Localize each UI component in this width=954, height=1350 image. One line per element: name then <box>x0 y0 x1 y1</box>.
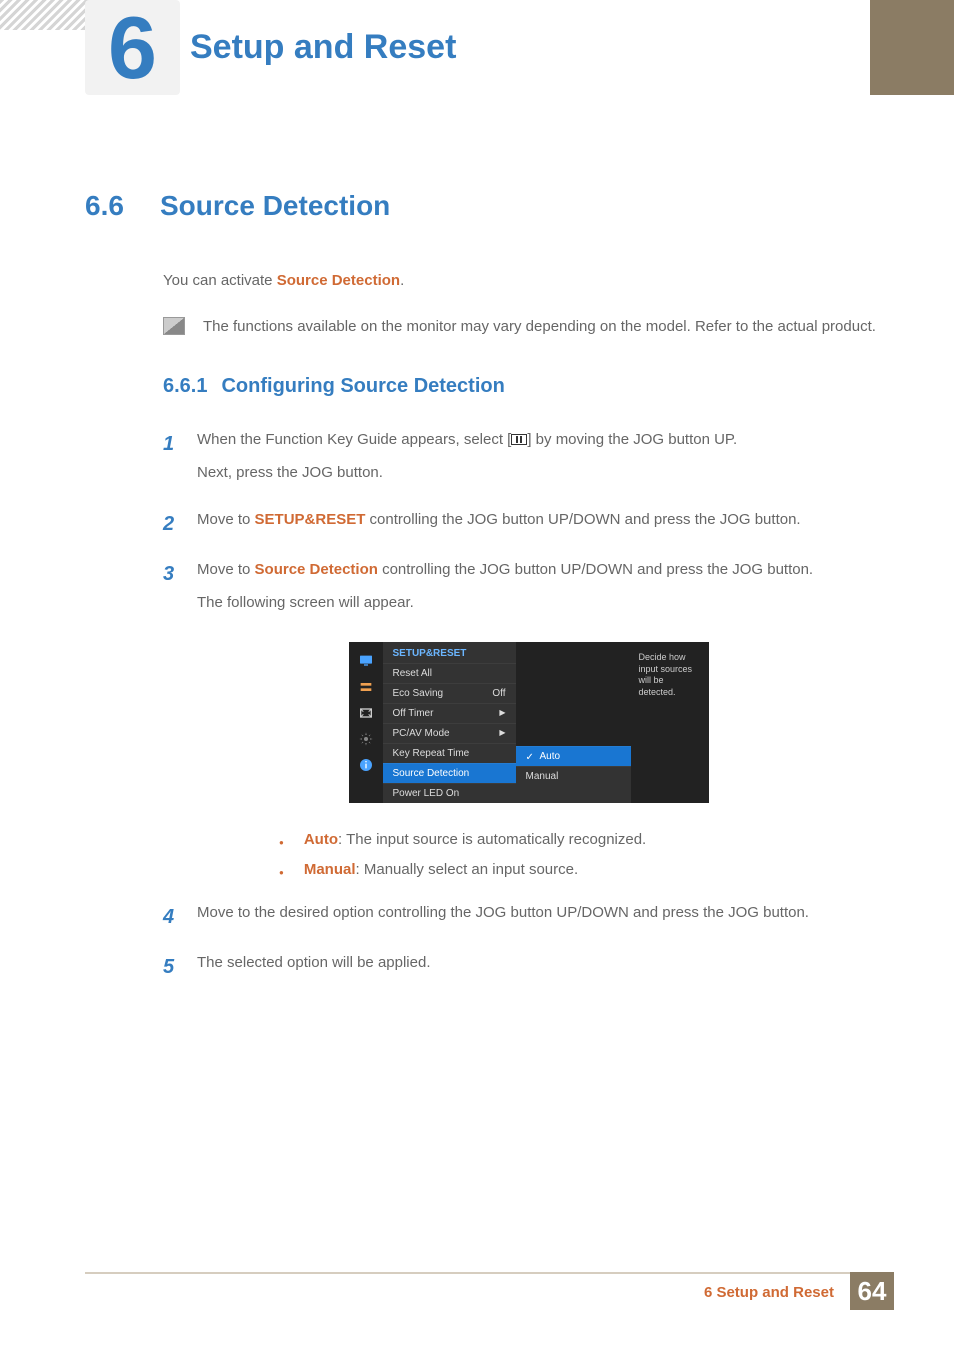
chevron-right-icon: ▶ <box>499 708 505 719</box>
subsection-heading: 6.6.1 Configuring Source Detection <box>163 375 894 398</box>
footer-label: 6 Setup and Reset <box>704 1284 834 1301</box>
osd-row-eco: Eco SavingOff <box>383 683 516 703</box>
step-number: 5 <box>163 949 179 985</box>
step-number: 4 <box>163 899 179 935</box>
osd-row-led: Power LED On <box>383 783 516 803</box>
step-5: 5 The selected option will be applied. <box>163 949 894 985</box>
step-2: 2 Move to SETUP&RESET controlling the JO… <box>163 506 894 542</box>
bullet-icon: ● <box>279 835 284 855</box>
bullet-icon: ● <box>279 865 284 885</box>
note-row: The functions available on the monitor m… <box>163 317 894 335</box>
input-icon <box>349 674 383 700</box>
header-stripes <box>0 0 90 30</box>
content-area: 6.6 Source Detection You can activate So… <box>85 190 894 999</box>
chapter-title: Setup and Reset <box>190 28 456 67</box>
step-number: 2 <box>163 506 179 542</box>
options-list: ● Auto: The input source is automaticall… <box>279 825 894 885</box>
gear-icon <box>349 726 383 752</box>
option-manual: ● Manual: Manually select an input sourc… <box>279 855 894 885</box>
step-number: 1 <box>163 426 179 492</box>
subsection-title: Configuring Source Detection <box>221 375 504 398</box>
step-4: 4 Move to the desired option controlling… <box>163 899 894 935</box>
section-heading: 6.6 Source Detection <box>85 190 894 222</box>
osd-title: SETUP&RESET <box>383 642 516 663</box>
chapter-number-badge: 6 <box>85 0 180 95</box>
osd-menu: SETUP&RESET Reset All Eco SavingOff Off … <box>383 642 516 803</box>
note-icon <box>163 317 185 335</box>
osd-row-source-detection: Source Detection <box>383 763 516 783</box>
osd-row-krt: Key Repeat Time <box>383 743 516 763</box>
page-footer: 6 Setup and Reset 64 <box>85 1272 894 1310</box>
osd-screenshot: SETUP&RESET Reset All Eco SavingOff Off … <box>349 642 709 803</box>
osd-submenu-manual: Manual <box>516 766 631 786</box>
monitor-icon <box>349 648 383 674</box>
intro-keyword: Source Detection <box>277 272 400 289</box>
chevron-right-icon: ▶ <box>499 728 505 739</box>
osd-submenu: Auto Manual <box>516 746 631 803</box>
step-number: 3 <box>163 556 179 622</box>
osd-row-pcav: PC/AV Mode▶ <box>383 723 516 743</box>
osd-row-timer: Off Timer▶ <box>383 703 516 723</box>
osd-row-reset: Reset All <box>383 663 516 683</box>
info-icon <box>349 752 383 778</box>
osd-submenu-auto: Auto <box>516 746 631 766</box>
subsection-number: 6.6.1 <box>163 375 207 398</box>
section-number: 6.6 <box>85 190 140 222</box>
step-keyword: SETUP&RESET <box>255 511 366 528</box>
osd-tip: Decide how input sources will be detecte… <box>631 642 709 803</box>
option-auto: ● Auto: The input source is automaticall… <box>279 825 894 855</box>
section-title: Source Detection <box>160 190 390 222</box>
page-number: 64 <box>850 1272 894 1310</box>
header-box: 6 Setup and Reset <box>90 0 870 95</box>
step-3: 3 Move to Source Detection controlling t… <box>163 556 894 622</box>
option-keyword: Auto <box>304 831 338 848</box>
note-text: The functions available on the monitor m… <box>203 318 876 335</box>
check-icon <box>526 752 536 762</box>
steps-list: 1 When the Function Key Guide appears, s… <box>163 426 894 985</box>
menu-icon <box>511 434 527 445</box>
size-icon <box>349 700 383 726</box>
intro-text: You can activate Source Detection. <box>163 272 894 289</box>
step-1: 1 When the Function Key Guide appears, s… <box>163 426 894 492</box>
option-keyword: Manual <box>304 861 356 878</box>
osd-nav-icons <box>349 642 383 803</box>
step-keyword: Source Detection <box>255 561 378 578</box>
